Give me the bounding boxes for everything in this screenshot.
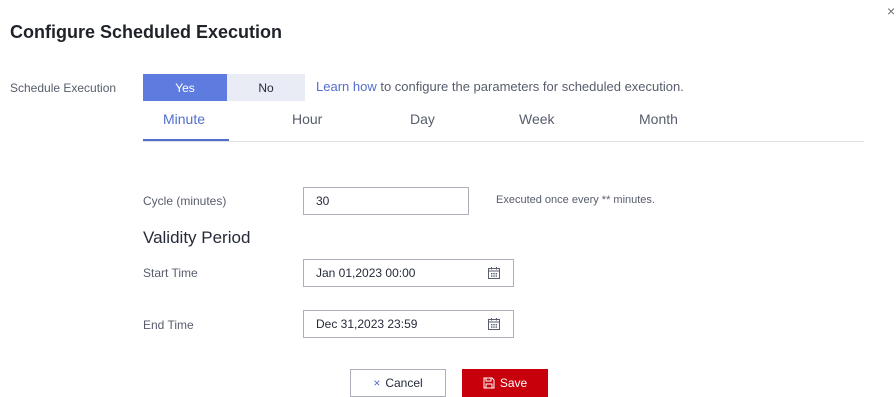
- dialog-title: Configure Scheduled Execution: [10, 22, 283, 42]
- start-time-value: Jan 01,2023 00:00: [316, 266, 416, 280]
- learn-how-link[interactable]: Learn how: [316, 79, 377, 94]
- tab-month[interactable]: Month: [639, 111, 678, 127]
- start-time-label: Start Time: [143, 266, 198, 280]
- end-time-value: Dec 31,2023 23:59: [316, 317, 418, 331]
- calendar-icon[interactable]: [487, 266, 501, 280]
- end-time-input[interactable]: Dec 31,2023 23:59: [303, 310, 514, 338]
- cancel-button[interactable]: × Cancel: [350, 369, 446, 397]
- schedule-execution-label: Schedule Execution: [10, 81, 117, 95]
- end-time-label: End Time: [143, 318, 194, 332]
- save-icon: [483, 377, 495, 389]
- active-tab-indicator: [143, 139, 229, 141]
- validity-period-heading: Validity Period: [143, 228, 251, 247]
- cycle-hint: Executed once every ** minutes.: [496, 194, 655, 206]
- save-label: Save: [499, 376, 528, 390]
- cycle-label: Cycle (minutes): [143, 194, 227, 208]
- close-icon[interactable]: ×: [887, 4, 895, 18]
- tab-hour[interactable]: Hour: [292, 111, 322, 127]
- helper-text: to configure the parameters for schedule…: [376, 79, 684, 94]
- tab-week[interactable]: Week: [519, 111, 555, 127]
- schedule-yes-button[interactable]: Yes: [143, 74, 227, 101]
- tab-day[interactable]: Day: [410, 111, 435, 127]
- calendar-icon[interactable]: [487, 317, 501, 331]
- frequency-tabs: Minute Hour Day Week Month: [143, 104, 864, 142]
- cycle-input[interactable]: 30: [303, 187, 469, 215]
- cancel-x-icon: ×: [373, 376, 381, 390]
- schedule-helper-text: Learn how to configure the parameters fo…: [316, 79, 684, 94]
- tab-minute[interactable]: Minute: [163, 111, 205, 127]
- start-time-input[interactable]: Jan 01,2023 00:00: [303, 259, 514, 287]
- schedule-no-button[interactable]: No: [227, 74, 305, 101]
- cancel-label: Cancel: [385, 376, 423, 390]
- save-button[interactable]: Save: [462, 369, 548, 397]
